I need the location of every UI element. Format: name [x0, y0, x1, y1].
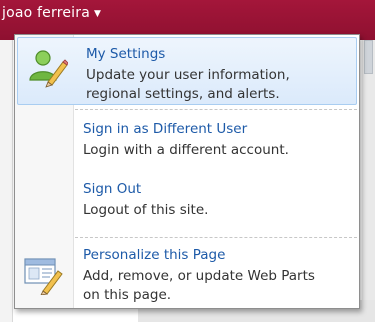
page-background-left [0, 40, 13, 322]
username-label: joao ferreira [2, 5, 90, 21]
user-menu-trigger[interactable]: joao ferreira ▼ [2, 5, 101, 21]
description-line: Logout of this site. [83, 202, 209, 218]
menu-item-sign-out[interactable]: Sign Out Logout of this site. [15, 175, 359, 225]
user-edit-icon [29, 50, 68, 88]
menu-item-personalize-page[interactable]: Personalize this Page Add, remove, or up… [15, 241, 359, 307]
menu-item-my-settings[interactable]: My Settings Update your user information… [17, 37, 357, 105]
description-line: Update your user information, [86, 67, 290, 83]
chevron-down-icon: ▼ [94, 9, 102, 19]
description-line: on this page. [83, 287, 172, 303]
menu-item-description: Logout of this site. [83, 201, 208, 220]
page-edit-icon [24, 258, 63, 295]
menu-item-title: My Settings [86, 46, 166, 62]
menu-item-description: Update your user information, regional s… [86, 66, 290, 104]
menu-separator [75, 237, 357, 238]
menu-item-description: Login with a different account. [83, 141, 289, 160]
page-scrollbar[interactable] [362, 40, 375, 322]
user-dropdown-menu: My Settings Update your user information… [14, 34, 360, 309]
description-line: Login with a different account. [83, 142, 289, 158]
menu-item-title: Sign in as Different User [83, 121, 248, 137]
scrollbar-thumb[interactable] [364, 40, 373, 74]
menu-item-description: Add, remove, or update Web Parts on this… [83, 267, 315, 305]
menu-item-title: Personalize this Page [83, 247, 226, 263]
menu-separator [75, 109, 357, 110]
menu-item-title: Sign Out [83, 181, 142, 197]
menu-item-sign-in-different-user[interactable]: Sign in as Different User Login with a d… [15, 113, 359, 165]
description-line: regional settings, and alerts. [86, 86, 280, 102]
description-line: Add, remove, or update Web Parts [83, 268, 315, 284]
